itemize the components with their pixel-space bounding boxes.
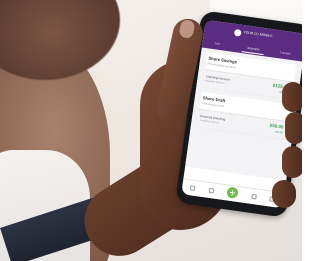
home-icon[interactable]: [189, 185, 196, 191]
bottom-navigation: [181, 178, 285, 209]
finger: [282, 82, 302, 112]
brand-name: YOUR CU MOBILE: [243, 30, 273, 39]
deposit-icon[interactable]: [251, 193, 257, 200]
tab-join[interactable]: Join: [214, 41, 220, 46]
photo-scene: YOUR CU MOBILE Join Accounts Transfer Sh…: [0, 0, 302, 261]
account-balance: $56.00: [269, 122, 284, 130]
brand-logo-icon: [233, 28, 242, 37]
finger: [282, 146, 302, 178]
tab-accounts[interactable]: Accounts: [247, 46, 260, 52]
tab-transfer[interactable]: Transfer: [280, 50, 292, 56]
account-available: $56.00: [275, 130, 284, 135]
finger: [272, 180, 296, 208]
transfer-icon[interactable]: [208, 187, 215, 194]
add-icon[interactable]: [226, 186, 239, 199]
finger: [285, 112, 302, 144]
